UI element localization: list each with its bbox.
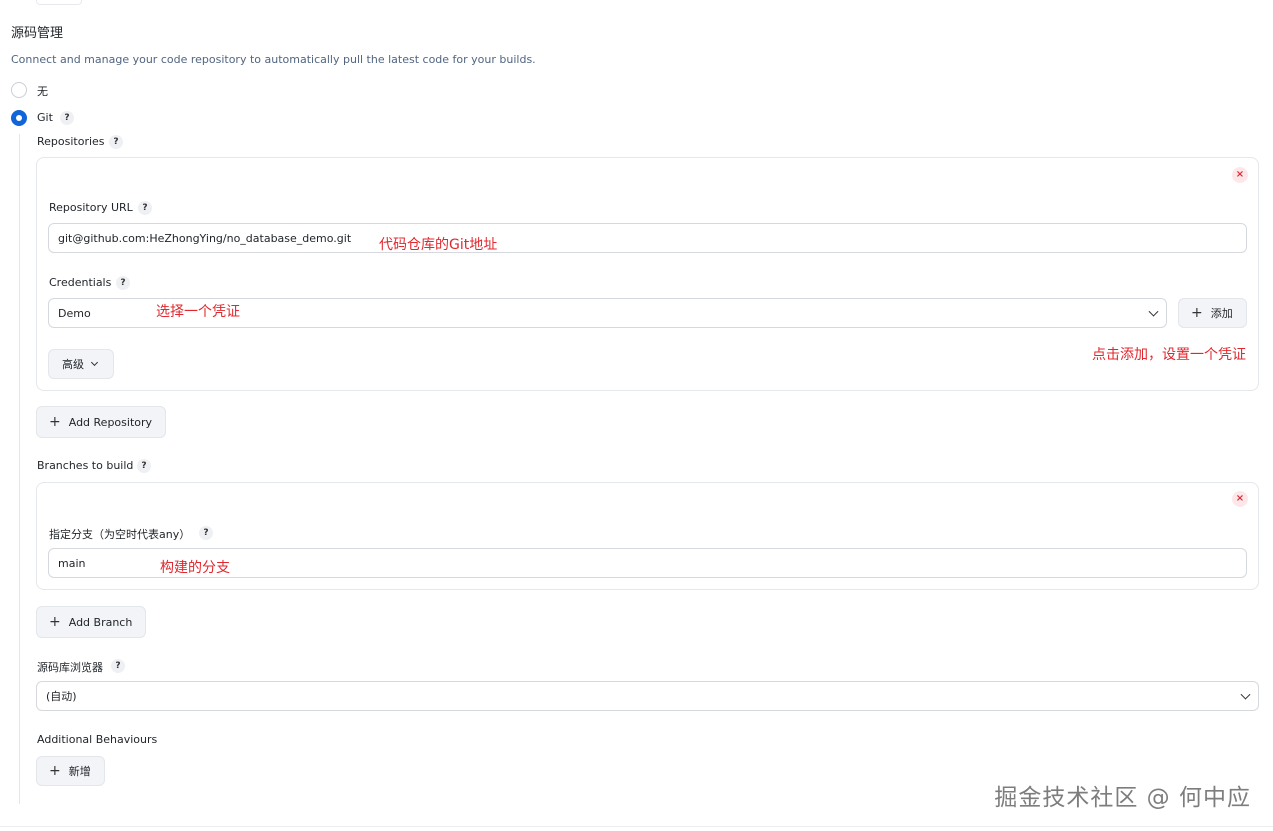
annotation-credentials: 选择一个凭证 [156,304,240,320]
annotation-add-credential: 点击添加，设置一个凭证 [1092,347,1246,363]
add-repository-button[interactable]: + Add Repository [36,406,166,438]
add-credential-button[interactable]: + 添加 [1178,298,1247,328]
help-icon[interactable]: ? [109,135,123,149]
section-description: Connect and manage your code repository … [11,53,536,66]
help-icon[interactable]: ? [60,111,74,125]
add-branch-label: Add Branch [68,615,133,629]
additional-behaviours-label: Additional Behaviours [37,733,158,746]
add-branch-button[interactable]: + Add Branch [36,606,146,638]
help-icon[interactable]: ? [199,526,213,540]
radio-git-label: Git [37,111,53,124]
repository-url-value: git@github.com:HeZhongYing/no_database_d… [58,231,352,245]
branches-label: Branches to build [37,459,134,472]
radio-none[interactable] [11,82,27,98]
watermark: 掘金技术社区 @ 何中应 [994,785,1251,811]
remove-repository-icon[interactable]: × [1232,167,1248,183]
plus-icon: + [49,414,61,430]
radio-none-label: 无 [37,85,48,98]
help-icon[interactable]: ? [137,459,151,473]
plus-icon: + [1191,305,1203,321]
help-icon[interactable]: ? [138,201,152,215]
repositories-label: Repositories [37,135,105,148]
add-credential-label: 添加 [1210,307,1233,320]
add-behaviour-label: 新增 [68,765,91,778]
plus-icon: + [49,763,61,779]
section-title: 源码管理 [11,26,64,41]
annotation-repo-url: 代码仓库的Git地址 [379,237,498,253]
repository-browser-select[interactable]: (自动) [36,681,1259,711]
help-icon[interactable]: ? [111,659,125,673]
advanced-button[interactable]: 高级 [48,349,114,379]
bottom-divider [0,826,1273,827]
repository-browser-label: 源码库浏览器 [37,661,103,674]
repository-browser-value: (自动) [46,690,77,703]
remove-branch-icon[interactable]: × [1232,491,1248,507]
add-behaviour-button[interactable]: + 新增 [36,756,105,786]
repository-url-input[interactable]: git@github.com:HeZhongYing/no_database_d… [48,223,1247,253]
credentials-value: Demo [58,306,91,320]
repository-card [36,157,1259,391]
chevron-down-icon [1148,306,1159,317]
chevron-down-icon [1240,689,1251,700]
git-section-guide-line [19,134,20,804]
chevron-down-icon [90,358,100,369]
branch-specifier-value: main [58,556,86,570]
top-panel-edge [36,0,82,5]
credentials-label: Credentials [49,276,112,289]
plus-icon: + [49,614,61,630]
annotation-branch: 构建的分支 [160,560,230,576]
branch-specifier-label: 指定分支（为空时代表any） [49,528,191,541]
advanced-label: 高级 [62,358,84,371]
add-repository-label: Add Repository [68,415,153,429]
radio-git[interactable] [11,110,27,126]
help-icon[interactable]: ? [116,276,130,290]
repository-url-label: Repository URL [49,201,133,214]
